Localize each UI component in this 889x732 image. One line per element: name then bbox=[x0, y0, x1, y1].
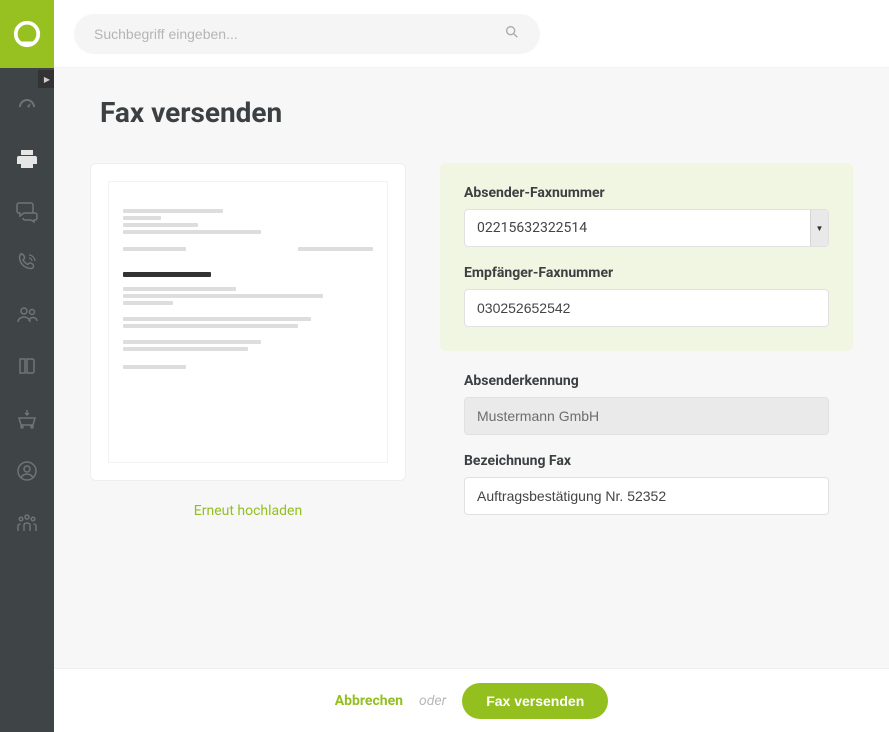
users-icon bbox=[15, 303, 39, 327]
sender-fax-label: Absender-Faxnummer bbox=[464, 185, 829, 201]
main-row: Erneut hochladen Absender-Faxnummer 0221… bbox=[54, 149, 889, 541]
sidebar-nav bbox=[0, 94, 54, 536]
fax-numbers-panel: Absender-Faxnummer 02215632322514 ▼ Empf… bbox=[440, 163, 853, 351]
brand-logo[interactable] bbox=[0, 0, 54, 68]
printer-icon bbox=[15, 147, 39, 171]
group-icon bbox=[15, 511, 39, 535]
cart-download-icon bbox=[15, 407, 39, 431]
document-preview[interactable] bbox=[90, 163, 406, 481]
meta-panel: Absenderkennung Bezeichnung Fax bbox=[440, 373, 853, 515]
nav-chat[interactable] bbox=[14, 198, 40, 224]
search-box[interactable] bbox=[74, 14, 540, 54]
sender-id-label: Absenderkennung bbox=[464, 373, 829, 389]
content: Fax versenden bbox=[54, 68, 889, 668]
brand-icon bbox=[12, 19, 42, 49]
nav-fax[interactable] bbox=[14, 146, 40, 172]
reupload-link[interactable]: Erneut hochladen bbox=[90, 481, 406, 541]
gauge-icon bbox=[15, 95, 39, 119]
search-icon bbox=[504, 24, 520, 44]
page-title: Fax versenden bbox=[54, 68, 889, 149]
nav-docs[interactable] bbox=[14, 354, 40, 380]
footer: Abbrechen oder Fax versenden bbox=[54, 668, 889, 732]
nav-team[interactable] bbox=[14, 510, 40, 536]
cancel-button[interactable]: Abbrechen bbox=[335, 693, 403, 709]
document-page-thumbnail bbox=[109, 182, 387, 462]
nav-dashboard[interactable] bbox=[14, 94, 40, 120]
sender-fax-select[interactable]: 02215632322514 ▼ bbox=[464, 209, 829, 247]
user-circle-icon bbox=[15, 459, 39, 483]
preview-column: Erneut hochladen bbox=[90, 163, 406, 541]
sidebar: ▶ bbox=[0, 0, 54, 732]
sender-fax-value: 02215632322514 bbox=[477, 220, 816, 236]
sender-id-input bbox=[464, 397, 829, 435]
book-icon bbox=[15, 355, 39, 379]
chat-icon bbox=[15, 199, 39, 223]
nav-account[interactable] bbox=[14, 458, 40, 484]
phone-icon bbox=[15, 251, 39, 275]
header bbox=[54, 0, 889, 68]
submit-button[interactable]: Fax versenden bbox=[462, 683, 608, 719]
search-input[interactable] bbox=[94, 26, 504, 42]
recipient-fax-label: Empfänger-Faxnummer bbox=[464, 265, 829, 281]
recipient-fax-input[interactable] bbox=[464, 289, 829, 327]
form-column: Absender-Faxnummer 02215632322514 ▼ Empf… bbox=[440, 163, 853, 541]
footer-separator: oder bbox=[419, 693, 446, 709]
dropdown-icon: ▼ bbox=[810, 210, 828, 246]
fax-name-input[interactable] bbox=[464, 477, 829, 515]
nav-contacts[interactable] bbox=[14, 302, 40, 328]
fax-name-label: Bezeichnung Fax bbox=[464, 453, 829, 469]
nav-call[interactable] bbox=[14, 250, 40, 276]
nav-shop[interactable] bbox=[14, 406, 40, 432]
